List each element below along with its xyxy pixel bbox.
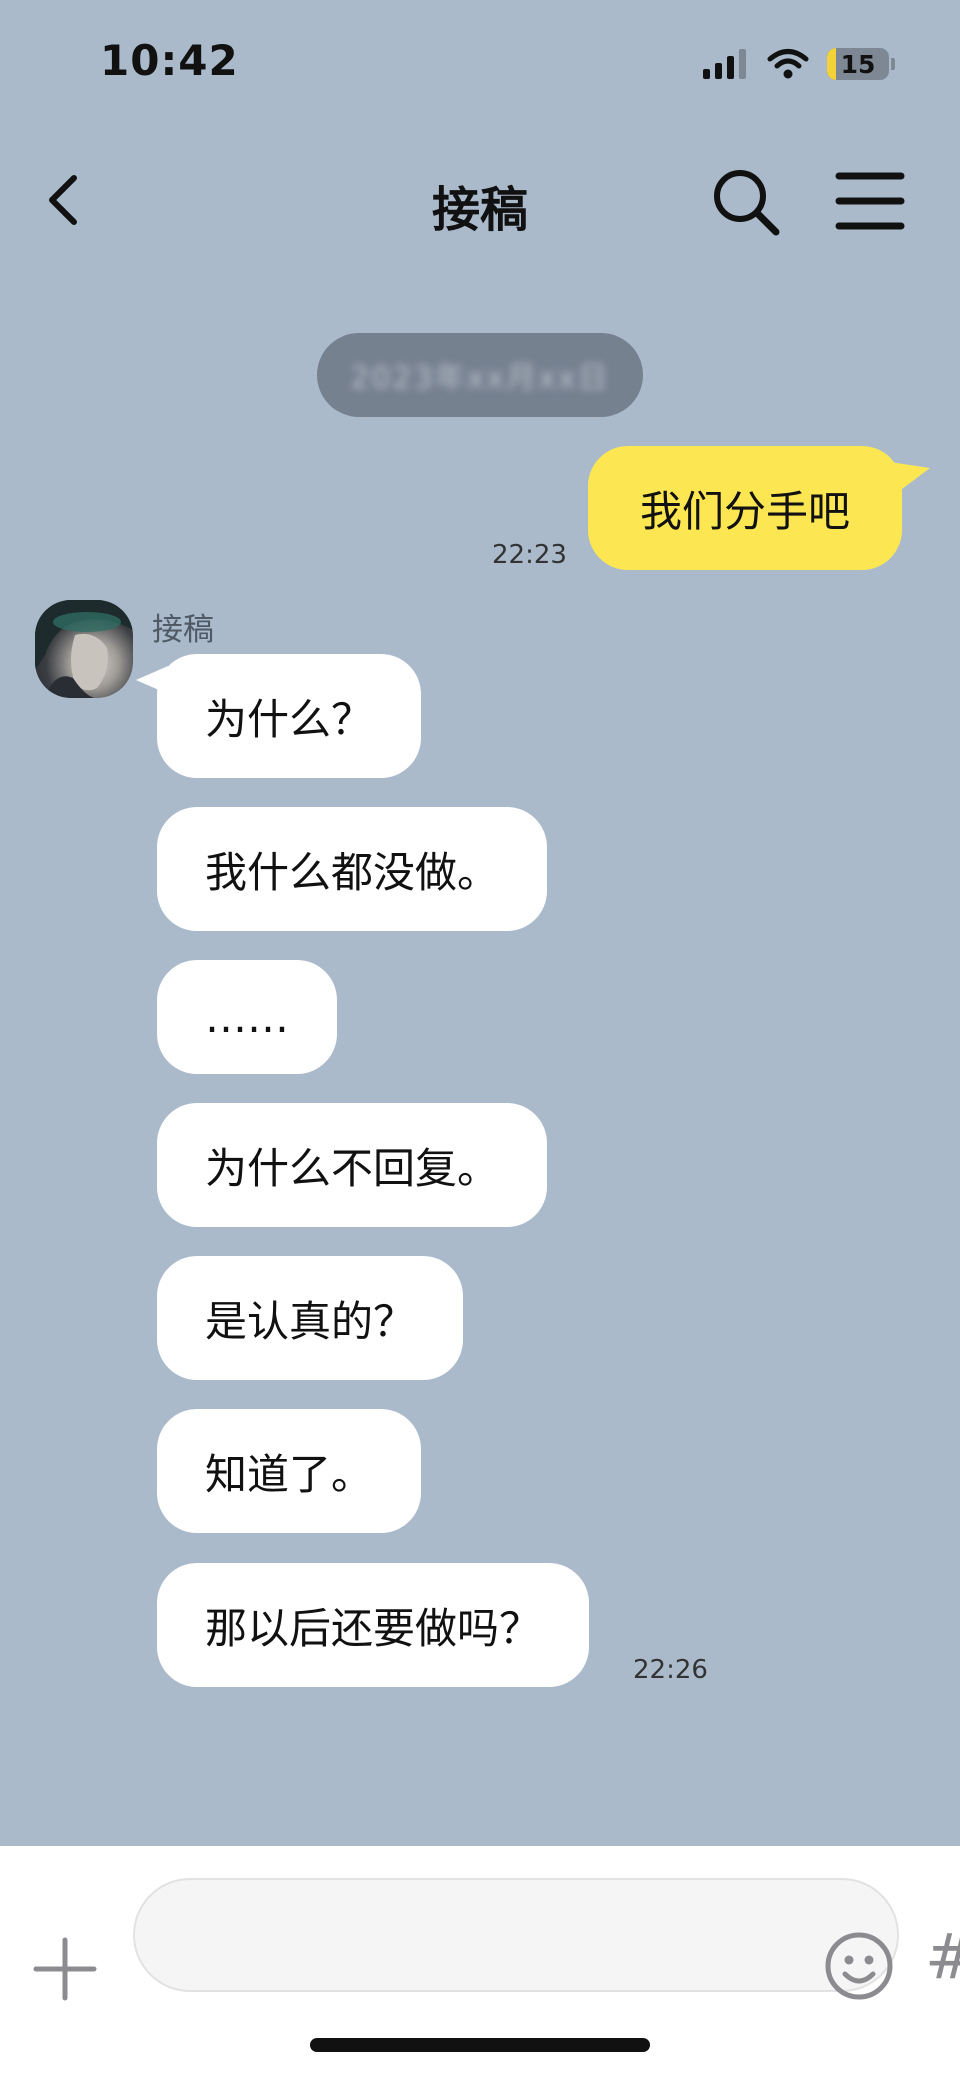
battery-level: 15	[840, 49, 876, 79]
message-bubble-outgoing[interactable]: 我们分手吧	[588, 446, 903, 570]
message-time: 22:26	[633, 1655, 708, 1685]
message-bubble-incoming[interactable]: 是认真的？	[157, 1256, 464, 1380]
message-bubble-incoming[interactable]: 为什么不回复。	[157, 1103, 548, 1227]
menu-icon[interactable]	[835, 170, 905, 232]
message-text: 那以后还要做吗？	[205, 1603, 542, 1653]
wifi-icon	[767, 49, 809, 79]
message-bubble-incoming[interactable]: 知道了。	[157, 1409, 422, 1533]
battery-fill	[827, 48, 837, 80]
sender-name: 接稿	[152, 612, 214, 648]
status-icons: 15	[703, 44, 895, 84]
message-bubble-incoming[interactable]: 我什么都没做。	[157, 807, 548, 931]
message-bubble-incoming[interactable]: 那以后还要做吗？	[157, 1563, 590, 1687]
search-icon[interactable]	[710, 166, 782, 238]
message-bubble-incoming[interactable]: ……	[157, 960, 337, 1074]
battery-icon: 15	[827, 48, 889, 80]
avatar[interactable]	[35, 600, 133, 698]
battery-cap	[891, 58, 895, 70]
chat-title: 接稿	[431, 182, 528, 238]
message-time: 22:23	[492, 540, 567, 570]
status-time: 10:42	[100, 36, 239, 85]
message-text: ……	[205, 992, 289, 1042]
message-text: 我们分手吧	[640, 486, 851, 536]
plus-icon[interactable]	[32, 1936, 98, 2002]
message-composer: #	[0, 1846, 960, 2079]
message-text: 我什么都没做。	[205, 847, 500, 897]
signal-icon	[703, 49, 746, 79]
message-input[interactable]: #	[133, 1878, 960, 2000]
avatar-portrait	[35, 600, 133, 698]
message-text: 是认真的？	[205, 1296, 416, 1346]
message-text: 为什么？	[205, 694, 374, 744]
chat-header: 接稿	[0, 140, 960, 265]
date-divider-text: 2023年xx月xx日	[350, 361, 610, 396]
message-text: 知道了。	[205, 1449, 374, 1499]
message-bubble-incoming[interactable]: 为什么？	[157, 654, 422, 778]
home-indicator[interactable]	[310, 2038, 650, 2052]
message-text: 为什么不回复。	[205, 1143, 500, 1193]
status-bar: 10:42 15	[0, 0, 960, 120]
hashtag-button[interactable]: #	[925, 1920, 960, 1993]
date-divider: 2023年xx月xx日	[317, 333, 643, 417]
smiley-icon[interactable]	[823, 1930, 895, 2002]
